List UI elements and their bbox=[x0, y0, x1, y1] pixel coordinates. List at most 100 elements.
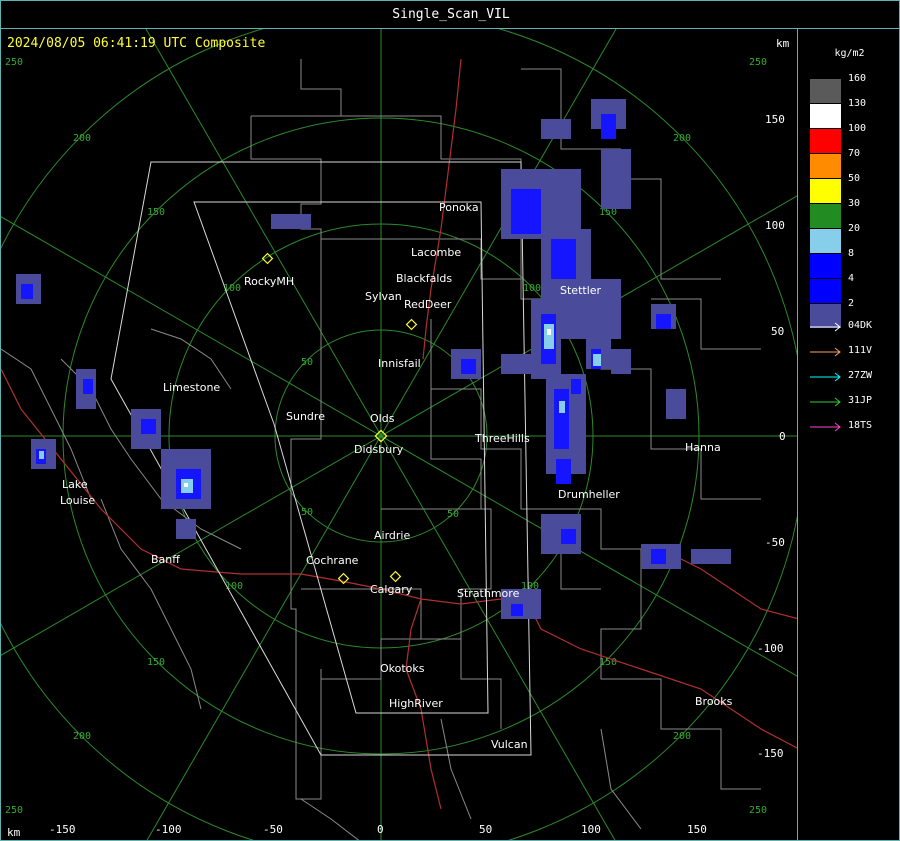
site-label: 18TS bbox=[848, 420, 873, 431]
ring-label-100-ne: 100 bbox=[523, 283, 541, 294]
legend-swatch-label: 2 bbox=[848, 298, 855, 309]
ring-label-250-se: 250 bbox=[749, 805, 767, 816]
town-reddeer: RedDeer bbox=[404, 298, 452, 311]
legend-panel: kg/m2 160 130 100 70 50 30 20 8 4 2 04DK 111V 27ZW 3… bbox=[797, 28, 900, 841]
x-tick: 0 bbox=[377, 823, 384, 836]
town-olds: Olds bbox=[370, 412, 395, 425]
site-arrow-icon bbox=[810, 322, 841, 332]
ring-label-50-se: 50 bbox=[447, 509, 459, 520]
legend-swatch bbox=[810, 179, 841, 203]
x-tick: 150 bbox=[687, 823, 707, 836]
range-rings bbox=[1, 29, 797, 840]
site-label: 31JP bbox=[848, 395, 873, 406]
y-tick: -50 bbox=[765, 536, 785, 549]
town-banff: Banff bbox=[151, 553, 180, 566]
legend-swatch-label: 4 bbox=[848, 273, 855, 284]
town-airdrie: Airdrie bbox=[374, 529, 410, 542]
x-axis-ticks: -150 -100 -50 0 50 100 150 bbox=[49, 823, 707, 836]
town-innisfail: Innisfail bbox=[378, 357, 421, 370]
scan-timestamp: 2024/08/05 06:41:19 UTC Composite bbox=[7, 36, 265, 51]
y-tick: 100 bbox=[765, 219, 785, 232]
km-label-top: km bbox=[776, 37, 790, 50]
ring-label-100-sw: 100 bbox=[225, 581, 243, 592]
x-tick: -150 bbox=[49, 823, 76, 836]
y-tick: 50 bbox=[771, 325, 784, 338]
ring-label-150-sw: 150 bbox=[147, 657, 165, 668]
ring-label-200-ne: 200 bbox=[673, 133, 691, 144]
town-calgary: Calgary bbox=[370, 583, 413, 596]
legend-swatch bbox=[810, 79, 841, 103]
legend-swatch-label: 160 bbox=[848, 73, 867, 84]
town-labels: Ponoka Lacombe Blackfalds Sylvan RedDeer… bbox=[60, 201, 733, 751]
radar-map-panel[interactable]: 50 100 150 200 250 50 100 150 200 250 50… bbox=[0, 28, 798, 841]
ring-label-200: 200 bbox=[73, 133, 91, 144]
x-tick: 50 bbox=[479, 823, 492, 836]
town-cochrane: Cochrane bbox=[306, 554, 359, 567]
legend-swatch bbox=[810, 254, 841, 278]
ring-label-100: 100 bbox=[223, 283, 241, 294]
radar-map[interactable]: 50 100 150 200 250 50 100 150 200 250 50… bbox=[1, 29, 798, 841]
ring-label-150: 150 bbox=[147, 207, 165, 218]
ring-label-150-se: 150 bbox=[599, 657, 617, 668]
window-title: Single_Scan_VIL bbox=[392, 7, 510, 22]
x-tick: -100 bbox=[155, 823, 182, 836]
range-ring-200 bbox=[1, 29, 797, 840]
site-arrow-icon bbox=[810, 347, 841, 357]
site-arrow-icon bbox=[810, 397, 841, 407]
town-highriver: HighRiver bbox=[389, 697, 443, 710]
y-tick: -150 bbox=[757, 747, 784, 760]
legend-units: kg/m2 bbox=[834, 48, 865, 59]
town-limestone: Limestone bbox=[163, 381, 220, 394]
km-label-bottom: km bbox=[7, 826, 21, 839]
ring-label-200-se: 200 bbox=[673, 731, 691, 742]
town-brooks: Brooks bbox=[695, 695, 733, 708]
ring-label-50: 50 bbox=[301, 357, 313, 368]
y-tick: 150 bbox=[765, 113, 785, 126]
legend-swatch-label: 130 bbox=[848, 98, 867, 109]
x-tick: -50 bbox=[263, 823, 283, 836]
town-didsbury: Didsbury bbox=[354, 443, 404, 456]
site-arrow-icon bbox=[810, 372, 841, 382]
ring-label-50-sw: 50 bbox=[301, 507, 313, 518]
site-label: 27ZW bbox=[848, 370, 873, 381]
legend-swatch-label: 20 bbox=[848, 223, 861, 234]
town-lacombe: Lacombe bbox=[411, 246, 461, 259]
ring-label-200-sw: 200 bbox=[73, 731, 91, 742]
x-tick: 100 bbox=[581, 823, 601, 836]
town-sylvan: Sylvan bbox=[365, 290, 402, 303]
town-rockymh: RockyMH bbox=[244, 275, 294, 288]
legend-swatch bbox=[810, 154, 841, 178]
town-strathmore: Strathmore bbox=[457, 587, 520, 600]
y-tick: 0 bbox=[779, 430, 786, 443]
azimuth-lines bbox=[1, 29, 797, 840]
ring-label-250-ne: 250 bbox=[749, 57, 767, 68]
town-vulcan: Vulcan bbox=[491, 738, 528, 751]
legend-swatch bbox=[810, 229, 841, 253]
town-threehills: ThreeHills bbox=[474, 432, 530, 445]
legend-swatch bbox=[810, 204, 841, 228]
town-louise: Louise bbox=[60, 494, 95, 507]
legend-swatch-label: 8 bbox=[848, 248, 855, 259]
town-drumheller: Drumheller bbox=[558, 488, 620, 501]
ring-label-250: 250 bbox=[5, 57, 23, 68]
town-okotoks: Okotoks bbox=[380, 662, 425, 675]
title-bar: Single_Scan_VIL bbox=[0, 0, 900, 29]
town-blackfalds: Blackfalds bbox=[396, 272, 452, 285]
town-sundre: Sundre bbox=[286, 410, 325, 423]
legend-swatch bbox=[810, 279, 841, 303]
town-stettler: Stettler bbox=[560, 284, 602, 297]
ring-label-250-sw: 250 bbox=[5, 805, 23, 816]
legend-swatch-label: 50 bbox=[848, 173, 861, 184]
y-tick: -100 bbox=[757, 642, 784, 655]
site-label: 111V bbox=[848, 345, 873, 356]
legend-swatch bbox=[810, 104, 841, 128]
legend-swatch-label: 70 bbox=[848, 148, 861, 159]
legend-swatch bbox=[810, 129, 841, 153]
site-arrow-icon bbox=[810, 422, 841, 432]
town-hanna: Hanna bbox=[685, 441, 721, 454]
town-ponoka: Ponoka bbox=[439, 201, 479, 214]
legend-swatch-label: 30 bbox=[848, 198, 861, 209]
site-label: 04DK bbox=[848, 320, 873, 331]
town-lake: Lake bbox=[62, 478, 88, 491]
legend-swatch-label: 100 bbox=[848, 123, 867, 134]
